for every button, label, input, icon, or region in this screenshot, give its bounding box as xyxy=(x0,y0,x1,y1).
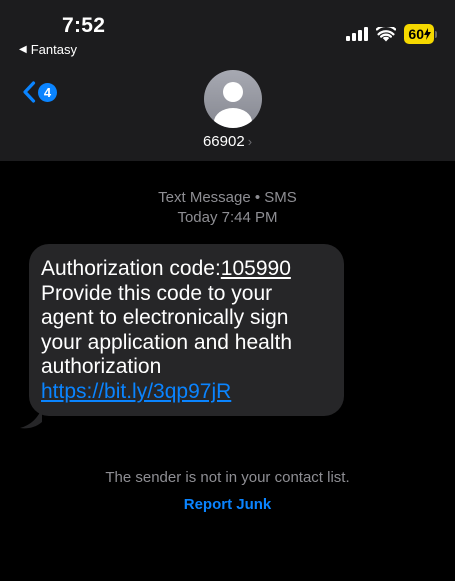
cellular-signal-icon xyxy=(346,27,369,41)
unknown-sender-notice: The sender is not in your contact list. xyxy=(105,469,350,486)
authorization-code[interactable]: 105990 xyxy=(221,257,291,280)
back-to-app-link[interactable]: ◀ Fantasy xyxy=(19,42,77,57)
battery-indicator: 60 xyxy=(404,24,437,44)
status-icons: 60 xyxy=(346,24,437,44)
contact-name: 66902 xyxy=(202,133,245,150)
wifi-icon xyxy=(376,26,397,41)
conversation-header: 7:52 ◀ Fantasy 60 4 66902 › xyxy=(0,0,455,161)
report-junk-button[interactable]: Report Junk xyxy=(0,496,455,513)
status-time: 7:52 xyxy=(62,14,106,37)
message-type: Text Message • SMS xyxy=(158,189,297,206)
message-meta: Text Message • SMS Today 7:44 PM xyxy=(0,188,455,228)
back-button[interactable]: 4 xyxy=(22,81,57,103)
contact-avatar[interactable] xyxy=(204,70,262,128)
chevron-right-icon: › xyxy=(247,134,253,149)
battery-tip xyxy=(435,30,437,38)
chevron-left-icon xyxy=(23,81,36,103)
battery-percent: 60 xyxy=(408,26,424,42)
message-text-body: Provide this code to your agent to elect… xyxy=(41,281,293,379)
person-silhouette-icon xyxy=(214,82,252,128)
charging-bolt-icon xyxy=(424,28,431,40)
message-link[interactable]: https://bit.ly/3qp97jR xyxy=(41,380,231,403)
back-triangle-icon: ◀ xyxy=(19,44,27,55)
message-text-prefix: Authorization code: xyxy=(41,257,221,280)
back-app-label: Fantasy xyxy=(30,42,77,57)
contact-name-button[interactable]: 66902 › xyxy=(0,133,455,150)
battery-level-icon: 60 xyxy=(404,24,434,44)
message-timestamp: Today 7:44 PM xyxy=(177,209,278,226)
message-bubble[interactable]: Authorization code:105990 Provide this c… xyxy=(29,244,344,416)
unread-count-badge: 4 xyxy=(38,82,57,102)
